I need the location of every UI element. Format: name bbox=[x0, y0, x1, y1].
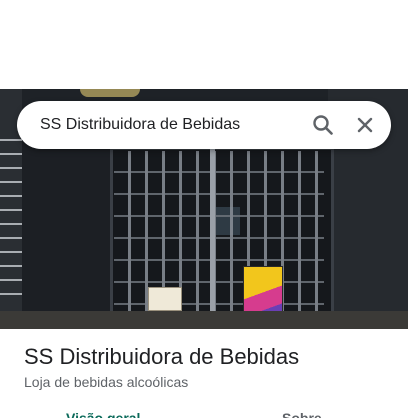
close-icon bbox=[357, 117, 373, 133]
search-bar[interactable]: SS Distribuidora de Bebidas bbox=[17, 101, 391, 149]
photo-ground bbox=[0, 311, 408, 329]
search-button[interactable] bbox=[309, 111, 337, 139]
photo-top-decoration bbox=[80, 89, 140, 97]
photo-gate-bars bbox=[114, 151, 324, 329]
photo-paper-sign bbox=[148, 287, 182, 311]
search-query[interactable]: SS Distribuidora de Bebidas bbox=[40, 101, 240, 149]
tab-overview[interactable]: Visão geral bbox=[66, 410, 140, 418]
tab-about[interactable]: Sobre bbox=[282, 410, 322, 418]
photo-gate-divider bbox=[210, 149, 215, 329]
place-title: SS Distribuidora de Bebidas bbox=[24, 344, 300, 369]
place-category[interactable]: Loja de bebidas alcoólicas bbox=[24, 374, 188, 390]
search-icon bbox=[313, 115, 333, 135]
photo-shutter-left bbox=[0, 139, 22, 299]
photo-dark-panel bbox=[22, 129, 110, 329]
place-tabs: Visão geral Sobre bbox=[0, 406, 408, 418]
close-button[interactable] bbox=[351, 111, 379, 139]
